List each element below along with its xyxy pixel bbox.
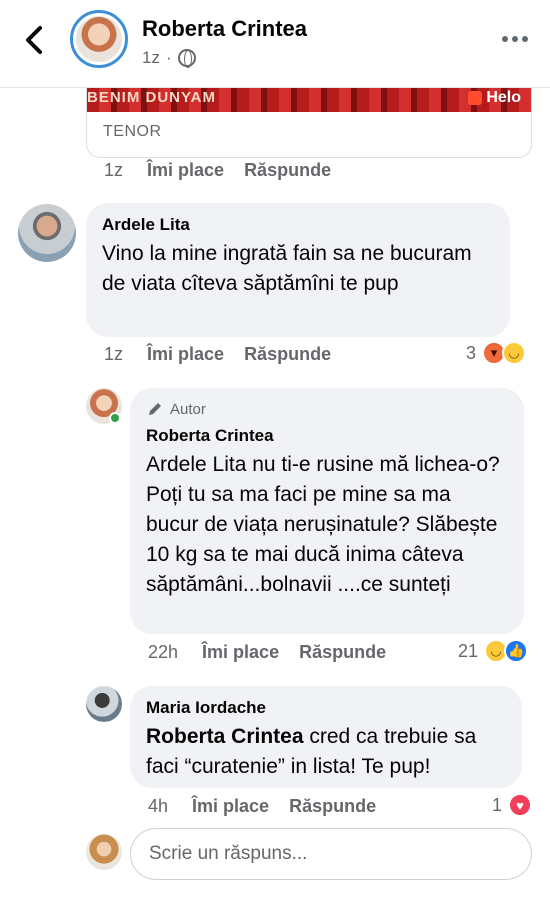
- commenter-name[interactable]: Maria Iordache: [146, 698, 506, 718]
- comment-time[interactable]: 1z: [104, 160, 123, 181]
- love-icon: ♥: [508, 793, 533, 817]
- gif-comment-actions: 1z Îmi place Răspunde: [104, 160, 331, 181]
- commenter-avatar[interactable]: [18, 204, 76, 262]
- mention-tag[interactable]: Roberta Crintea: [146, 725, 304, 748]
- comment-bubble: Autor Roberta Crintea Ardele Lita nu ti-…: [130, 388, 524, 634]
- post-header: Roberta Crintea 1z ·: [0, 0, 550, 88]
- more-options-icon[interactable]: [502, 36, 528, 42]
- pen-icon: [149, 403, 161, 415]
- online-status-dot: [109, 412, 121, 424]
- gif-brand-label: Helo: [486, 89, 521, 106]
- author-badge-label: Autor: [170, 400, 206, 418]
- gif-image: BENIM DUNYAM Helo: [87, 88, 531, 112]
- meta-separator: ·: [165, 48, 172, 67]
- brand-icon: [468, 91, 483, 105]
- reply-button[interactable]: Răspunde: [244, 344, 331, 365]
- like-button[interactable]: Îmi place: [147, 344, 224, 365]
- comment-actions: 22h Îmi place Răspunde: [148, 642, 386, 663]
- my-avatar: [86, 834, 122, 870]
- reply-button[interactable]: Răspunde: [244, 160, 331, 181]
- reply-box: [130, 828, 532, 880]
- comment-text: Vino la mine ingrată fain sa ne bucuram …: [102, 242, 472, 295]
- comment-time[interactable]: 4h: [148, 796, 168, 817]
- comment-time[interactable]: 1z: [104, 344, 123, 365]
- reaction-count: 3: [466, 342, 477, 363]
- commenter-name[interactable]: Ardele Lita: [102, 215, 494, 235]
- comment-bubble: Maria Iordache Roberta Crintea cred ca t…: [130, 686, 522, 788]
- like-button[interactable]: Îmi place: [147, 160, 224, 181]
- haha-icon: ◡: [502, 341, 527, 365]
- reaction-summary[interactable]: 3 ▾ ◡: [466, 341, 527, 365]
- commenter-avatar[interactable]: [86, 686, 122, 722]
- reply-button[interactable]: Răspunde: [299, 642, 386, 663]
- like-button[interactable]: Îmi place: [192, 796, 269, 817]
- comment-time[interactable]: 22h: [148, 642, 178, 663]
- back-arrow-icon[interactable]: [20, 22, 50, 58]
- gif-caption: BENIM DUNYAM: [87, 89, 216, 106]
- gif-brand: Helo: [468, 89, 521, 107]
- comment-actions: 4h Îmi place Răspunde: [148, 796, 376, 817]
- reaction-summary[interactable]: 1 ♥: [492, 793, 533, 817]
- like-icon: 👍: [504, 639, 529, 663]
- comment-text: Roberta Crintea cred ca trebuie sa faci …: [146, 722, 506, 782]
- gif-source: TENOR: [103, 123, 162, 140]
- commenter-name[interactable]: Roberta Crintea: [146, 426, 508, 446]
- author-name[interactable]: Roberta Crintea: [142, 16, 307, 42]
- post-meta: 1z ·: [142, 48, 196, 68]
- post-time[interactable]: 1z: [142, 48, 160, 68]
- author-badge: Autor: [146, 400, 508, 418]
- comment-bubble: Ardele Lita Vino la mine ingrată fain sa…: [86, 203, 510, 337]
- reply-button[interactable]: Răspunde: [289, 796, 376, 817]
- like-button[interactable]: Îmi place: [202, 642, 279, 663]
- author-avatar[interactable]: [70, 10, 128, 68]
- reaction-count: 1: [492, 794, 503, 815]
- globe-icon: [177, 49, 196, 68]
- gif-attachment[interactable]: BENIM DUNYAM Helo TENOR: [86, 88, 532, 158]
- reply-input[interactable]: [131, 829, 531, 879]
- reaction-count: 21: [458, 640, 479, 661]
- comment-text: Ardele Lita nu ti-e rusine mă lichea-o? …: [146, 453, 500, 596]
- comment-actions: 1z Îmi place Răspunde: [104, 344, 331, 365]
- reaction-summary[interactable]: 21 ◡ 👍: [458, 639, 529, 663]
